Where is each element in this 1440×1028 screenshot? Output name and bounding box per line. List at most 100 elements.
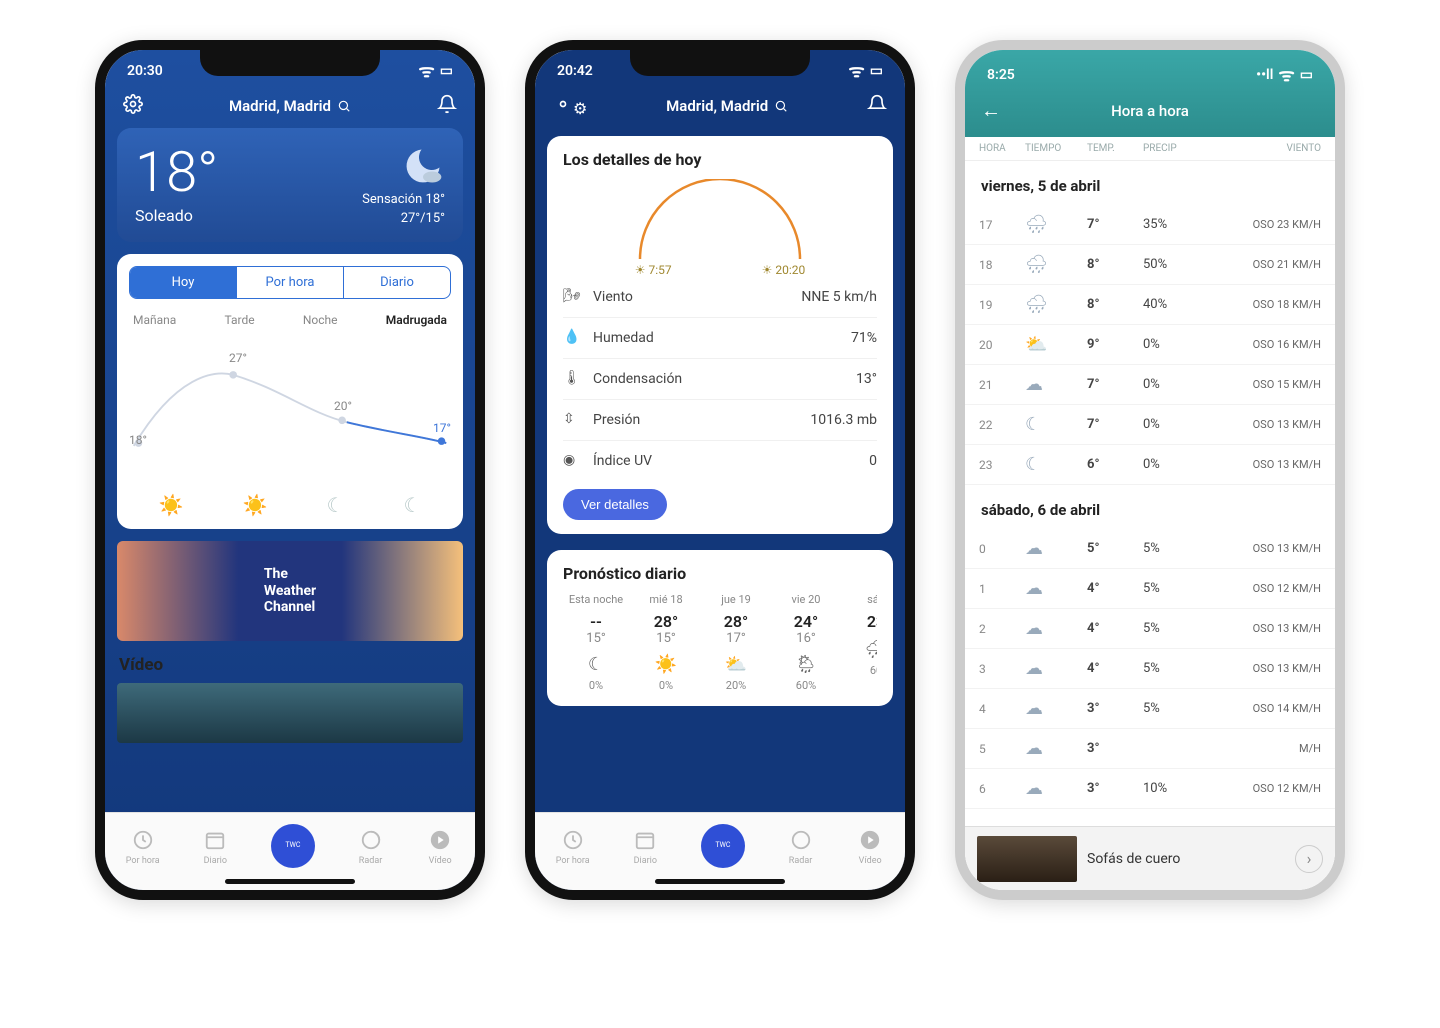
clock-icon: [559, 826, 587, 854]
hourly-row[interactable]: 3 ☁ 4° 5% OSO 13 KM/H: [965, 649, 1335, 689]
settings-icon[interactable]: [123, 94, 143, 118]
detail-value: NNE 5 km/h: [801, 289, 877, 305]
status-time: 8:25: [987, 67, 1015, 83]
hourly-row[interactable]: 2 ☁ 4° 5% OSO 13 KM/H: [965, 609, 1335, 649]
daily-forecast-card: Pronóstico diario Esta noche -- 15° ☾ 0%…: [547, 550, 893, 706]
detail-label: Humedad: [593, 330, 654, 346]
ad-banner[interactable]: Sofás de cuero ›: [965, 826, 1335, 890]
nav-diario[interactable]: Diario: [201, 826, 229, 866]
nav-video[interactable]: Vídeo: [856, 826, 884, 866]
daily-column[interactable]: vie 20 24° 16° 🌦 60%: [773, 593, 839, 692]
detail-icon: 🌡: [563, 370, 581, 388]
hourly-row[interactable]: 20 ⛅ 9° 0% OSO 16 KM/H: [965, 325, 1335, 365]
daily-column[interactable]: Esta noche -- 15° ☾ 0%: [563, 593, 629, 692]
weather-icon: ☾: [1025, 454, 1087, 475]
weather-channel-banner[interactable]: The Weather Channel: [117, 541, 463, 641]
battery-icon: ▭: [870, 63, 883, 79]
search-icon: [337, 99, 351, 113]
current-weather-card[interactable]: 18° Soleado Sensación 18° 27°/15°: [117, 128, 463, 242]
detail-row: ⇳Presión 1016.3 mb: [563, 400, 877, 441]
phone-screenshot-3: 8:25 ••llᯤ▭ ← Hora a hora HORA TIEMPO TE…: [955, 40, 1345, 900]
details-title: Los detalles de hoy: [563, 150, 877, 169]
hourly-row[interactable]: 6 ☁ 3° 10% OSO 12 KM/H: [965, 769, 1335, 809]
home-indicator: [225, 879, 355, 884]
detail-label: Viento: [593, 289, 633, 305]
bell-icon[interactable]: [437, 94, 457, 118]
phone-screenshot-1: 20:30 ᯤ ▭ Madrid, Madrid 18° Soleado: [95, 40, 485, 900]
moon-cloud-icon: [401, 144, 445, 188]
nav-video[interactable]: Vídeo: [426, 826, 454, 866]
status-icons: ••llᯤ▭: [1256, 63, 1313, 87]
hourly-row[interactable]: 23 ☾ 6° 0% OSO 13 KM/H: [965, 445, 1335, 485]
location-title[interactable]: Madrid, Madrid: [666, 97, 788, 115]
detail-row: 🌬Viento NNE 5 km/h: [563, 277, 877, 318]
nav-radar[interactable]: Radar: [357, 826, 385, 866]
moon-icon: ☾: [327, 493, 345, 517]
status-time: 20:42: [557, 63, 593, 79]
detail-value: 0: [869, 453, 877, 469]
weather-icon: 🌧: [843, 639, 877, 660]
hourly-row[interactable]: 1 ☁ 4° 5% OSO 12 KM/H: [965, 569, 1335, 609]
daily-column[interactable]: jue 19 28° 17° ⛅ 20%: [703, 593, 769, 692]
radar-icon: [357, 826, 385, 854]
daily-title: Pronóstico diario: [563, 564, 877, 583]
hourly-row[interactable]: 22 ☾ 7° 0% OSO 13 KM/H: [965, 405, 1335, 445]
wifi-icon: ᯤ: [418, 59, 434, 83]
weather-icon: ☁: [1025, 538, 1087, 559]
sun-arc: [563, 179, 877, 269]
status-bar: 8:25 ••llᯤ▭: [965, 54, 1335, 92]
nav-home[interactable]: TWC: [701, 824, 745, 868]
detail-value: 71%: [851, 330, 877, 346]
day-header: viernes, 5 de abril: [965, 161, 1335, 205]
weather-icon: ⛅: [1025, 334, 1087, 355]
detail-label: Condensación: [593, 371, 682, 387]
ad-text: Sofás de cuero: [1087, 851, 1285, 867]
nav-porhora[interactable]: Por hora: [556, 826, 590, 866]
current-condition: Soleado: [135, 206, 218, 225]
hourly-row[interactable]: 5 ☁ 3° M/H: [965, 729, 1335, 769]
detail-row: 🌡Condensación 13°: [563, 359, 877, 400]
weather-icon: ☁: [1025, 618, 1087, 639]
weather-icon: 🌦: [773, 654, 839, 675]
hourly-row[interactable]: 4 ☁ 3° 5% OSO 14 KM/H: [965, 689, 1335, 729]
weather-icon: 🌧: [1025, 254, 1087, 275]
see-details-button[interactable]: Ver detalles: [563, 489, 667, 520]
play-icon: [856, 826, 884, 854]
bell-icon[interactable]: [867, 94, 887, 118]
settings-icon[interactable]: ⚙: [553, 94, 587, 118]
hourly-row[interactable]: 0 ☁ 5° 5% OSO 13 KM/H: [965, 529, 1335, 569]
nav-home[interactable]: TWC: [271, 824, 315, 868]
detail-label: Índice UV: [593, 453, 652, 469]
hourly-list[interactable]: viernes, 5 de abril 17 🌧 7° 35% OSO 23 K…: [965, 161, 1335, 890]
hourly-row[interactable]: 21 ☁ 7° 0% OSO 15 KM/H: [965, 365, 1335, 405]
hourly-row[interactable]: 19 🌧 8° 40% OSO 18 KM/H: [965, 285, 1335, 325]
hourly-row[interactable]: 18 🌧 8° 50% OSO 21 KM/H: [965, 245, 1335, 285]
play-icon: [426, 826, 454, 854]
seg-diario[interactable]: Diario: [343, 267, 450, 298]
sun-icon: ☀️: [243, 493, 268, 517]
forecast-card: Hoy Por hora Diario Mañana Tarde Noche M…: [117, 254, 463, 529]
video-thumbnail[interactable]: [117, 683, 463, 743]
nav-porhora[interactable]: Por hora: [126, 826, 160, 866]
nav-radar[interactable]: Radar: [787, 826, 815, 866]
chevron-right-icon[interactable]: ›: [1295, 845, 1323, 873]
calendar-icon: [631, 826, 659, 854]
page-title: Hora a hora: [981, 102, 1319, 120]
detail-row: ◉Índice UV 0: [563, 441, 877, 481]
weather-icon: ⛅: [703, 654, 769, 675]
weather-icon: 🌧: [1025, 294, 1087, 315]
calendar-icon: [201, 826, 229, 854]
detail-icon: ⇳: [563, 411, 581, 429]
weather-icon: ☀️: [633, 654, 699, 675]
daily-column[interactable]: sáb 23 🌧 60: [843, 593, 877, 692]
video-section-title: Vídeo: [119, 655, 461, 675]
weather-icon: ☁: [1025, 738, 1087, 759]
seg-porhora[interactable]: Por hora: [236, 267, 343, 298]
radar-icon: [787, 826, 815, 854]
nav-diario[interactable]: Diario: [631, 826, 659, 866]
location-title[interactable]: Madrid, Madrid: [229, 97, 351, 115]
hourly-row[interactable]: 17 🌧 7° 35% OSO 23 KM/H: [965, 205, 1335, 245]
sun-icon: ☀️: [159, 493, 184, 517]
seg-hoy[interactable]: Hoy: [130, 267, 236, 298]
daily-column[interactable]: mié 18 28° 15° ☀️ 0%: [633, 593, 699, 692]
